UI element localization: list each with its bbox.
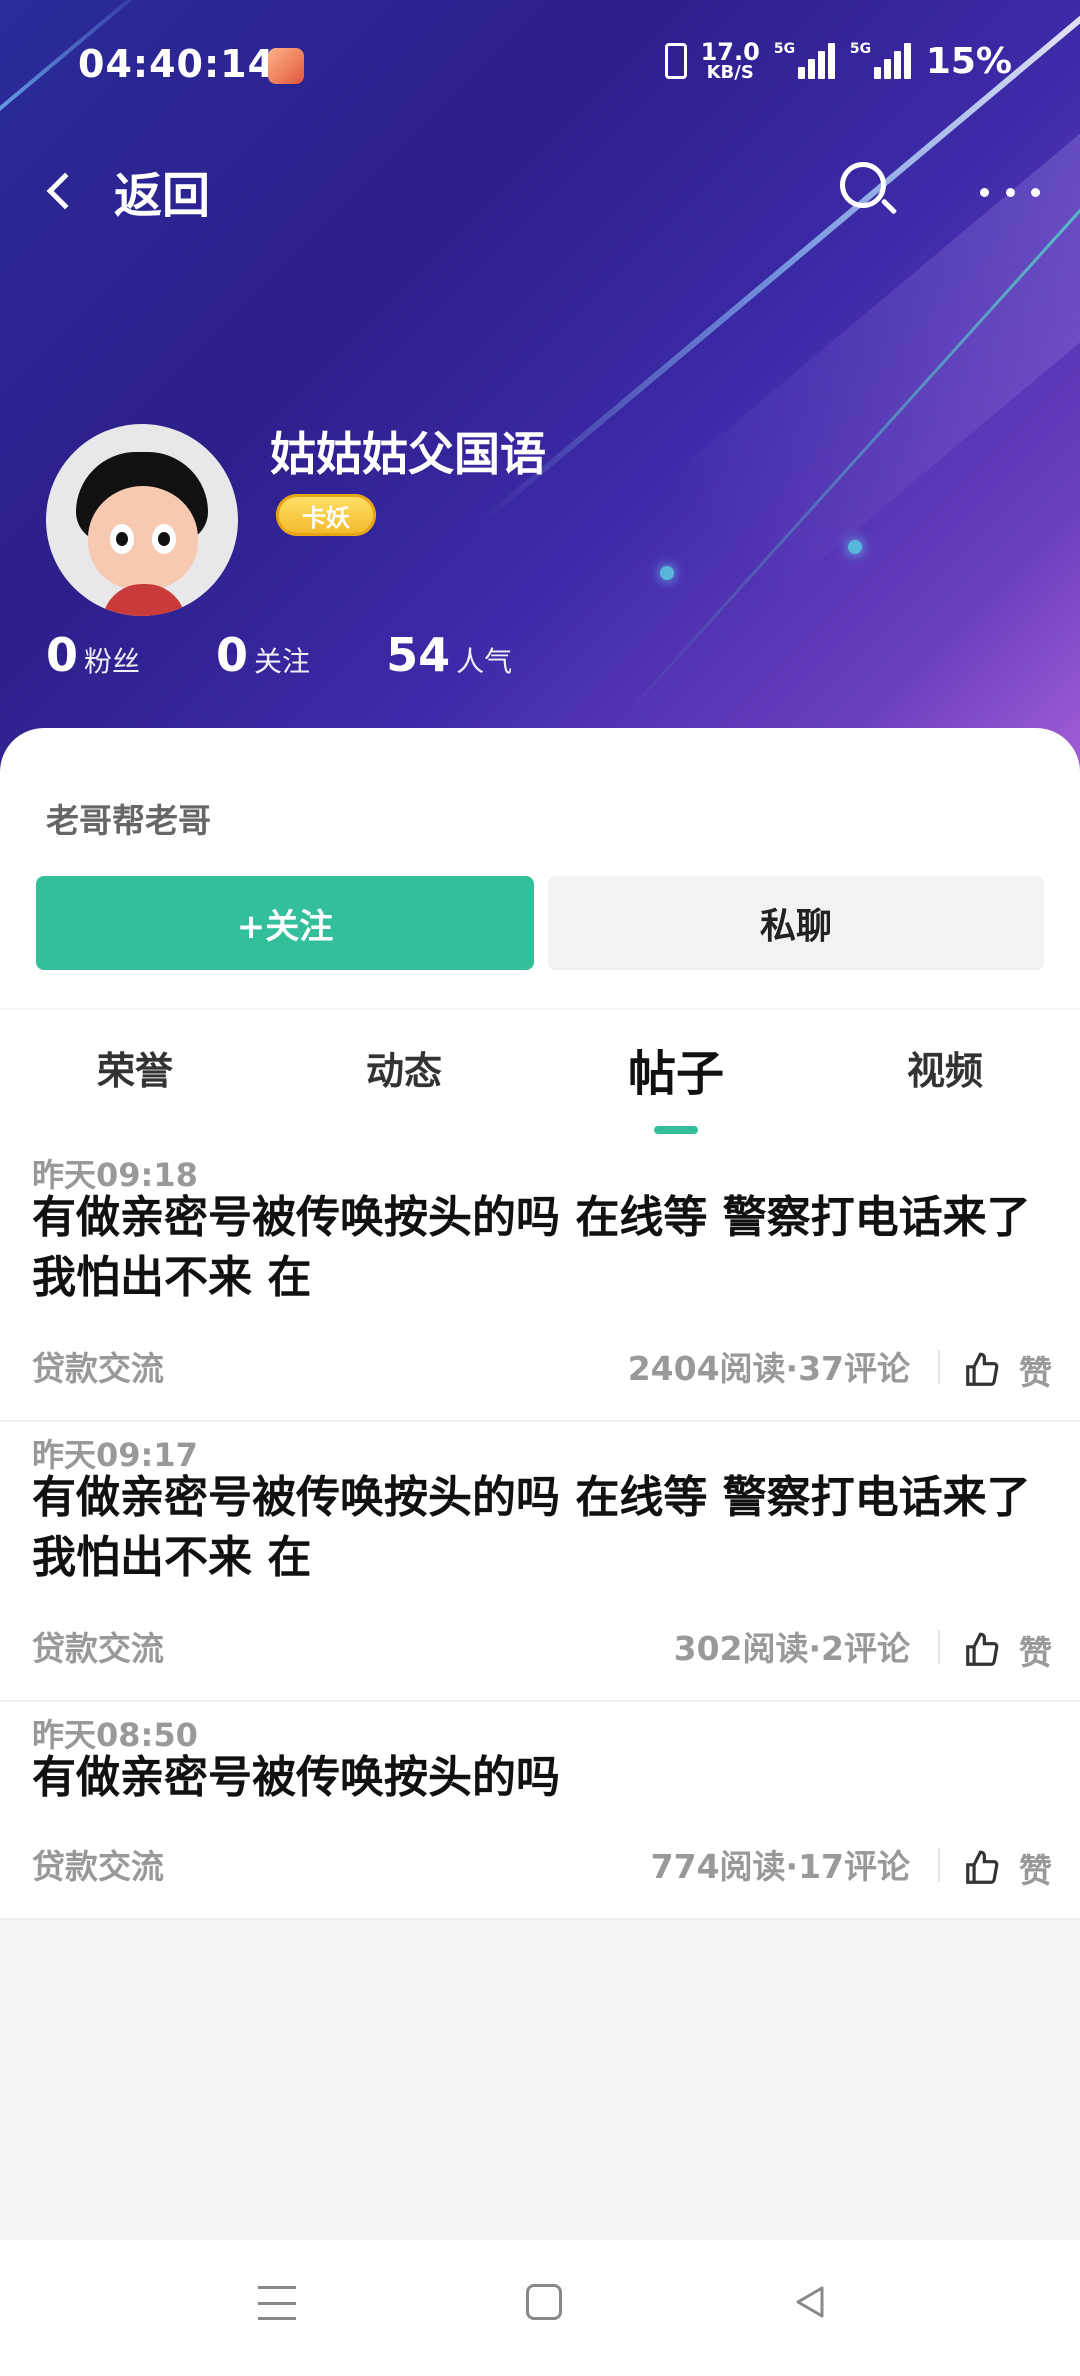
thumbs-up-icon xyxy=(966,1632,999,1666)
stat-label: 粉丝 xyxy=(84,645,141,678)
recent-apps-button[interactable] xyxy=(258,2286,296,2320)
tab-posts[interactable]: 帖子 xyxy=(576,1034,776,1104)
decor-node xyxy=(848,540,862,554)
decor-node xyxy=(660,566,674,580)
network-speed-value: 17.0 xyxy=(700,38,760,66)
list-item[interactable]: 昨天09:17 有做亲密号被传唤按头的吗 在线等 警察打电话来了 我怕出不来 在… xyxy=(0,1422,1080,1702)
status-time: 04:40:14 xyxy=(78,42,276,86)
like-label: 赞 xyxy=(1019,1633,1052,1672)
post-category[interactable]: 贷款交流 xyxy=(32,1342,164,1390)
tab-honors[interactable]: 荣誉 xyxy=(35,1040,235,1095)
content-tabs: 荣誉 动态 帖子 视频 xyxy=(0,1010,1080,1142)
network-speed-unit: KB/S xyxy=(706,62,754,83)
signal-type: 5G xyxy=(849,41,872,57)
profile-header: 04:40:14 17.0 KB/S 5G 5G 15% 返回 姑姑姑父国语 卡… xyxy=(0,0,1080,780)
profile-stats: 0 粉丝 0 关注 54 人气 xyxy=(46,628,588,682)
list-item[interactable]: 昨天09:18 有做亲密号被传唤按头的吗 在线等 警察打电话来了 我怕出不来 在… xyxy=(0,1142,1080,1422)
signal-icon: 5G xyxy=(850,41,912,81)
level-badge: 卡妖 xyxy=(276,494,376,536)
private-chat-button[interactable]: 私聊 xyxy=(548,876,1044,970)
post-stats: 2404阅读·37评论 xyxy=(627,1349,910,1388)
stat-label: 关注 xyxy=(254,645,311,678)
network-speed: 17.0 KB/S xyxy=(701,40,760,82)
post-category[interactable]: 贷款交流 xyxy=(32,1622,164,1670)
tab-activity[interactable]: 动态 xyxy=(304,1040,504,1095)
back-button[interactable]: 返回 xyxy=(36,156,236,226)
post-title[interactable]: 有做亲密号被传唤按头的吗 xyxy=(32,1748,1052,1808)
profile-bio: 老哥帮老哥 xyxy=(46,801,211,840)
back-label: 返回 xyxy=(114,168,211,224)
stat-label: 人气 xyxy=(456,645,513,678)
post-title[interactable]: 有做亲密号被传唤按头的吗 在线等 警察打电话来了 我怕出不来 在 xyxy=(32,1468,1052,1588)
stat-value: 0 xyxy=(216,628,249,682)
thumbs-up-icon xyxy=(966,1352,999,1386)
status-indicators: 17.0 KB/S 5G 5G 15% xyxy=(664,40,1012,82)
profile-card: 老哥帮老哥 +关注 私聊 xyxy=(0,728,1080,1008)
tab-videos[interactable]: 视频 xyxy=(845,1040,1045,1095)
like-label: 赞 xyxy=(1019,1851,1052,1890)
stat-following[interactable]: 0 关注 xyxy=(216,628,310,682)
notification-app-icon xyxy=(268,48,304,84)
battery-percent: 15% xyxy=(925,40,1012,82)
search-icon xyxy=(840,162,886,208)
more-dot-icon xyxy=(1031,187,1040,197)
stat-fans[interactable]: 0 粉丝 xyxy=(46,628,140,682)
active-tab-indicator xyxy=(654,1126,698,1134)
post-stats: 302阅读·2评论 xyxy=(673,1629,910,1668)
like-button[interactable]: 赞 xyxy=(963,1346,1052,1394)
signal-type: 5G xyxy=(773,41,796,57)
post-category[interactable]: 贷款交流 xyxy=(32,1840,164,1888)
list-item[interactable]: 昨天08:50 有做亲密号被传唤按头的吗 贷款交流 774阅读·17评论 赞 xyxy=(0,1702,1080,1920)
post-list: 昨天09:18 有做亲密号被传唤按头的吗 在线等 警察打电话来了 我怕出不来 在… xyxy=(0,1142,1080,1920)
like-label: 赞 xyxy=(1019,1353,1052,1392)
system-nav-bar xyxy=(0,2240,1080,2376)
follow-button[interactable]: +关注 xyxy=(36,876,534,970)
more-options-button[interactable] xyxy=(980,170,1040,214)
post-stats: 774阅读·17评论 xyxy=(650,1847,910,1886)
stat-value: 54 xyxy=(386,628,451,682)
post-title[interactable]: 有做亲密号被传唤按头的吗 在线等 警察打电话来了 我怕出不来 在 xyxy=(32,1188,1052,1308)
avatar[interactable] xyxy=(46,424,238,616)
back-triangle-icon[interactable] xyxy=(790,2282,830,2322)
vibrate-icon xyxy=(664,43,687,79)
stat-value: 0 xyxy=(46,628,79,682)
divider xyxy=(938,1350,940,1384)
divider xyxy=(938,1630,940,1664)
thumbs-up-icon xyxy=(966,1850,999,1884)
chevron-left-icon xyxy=(46,172,84,210)
search-button[interactable] xyxy=(832,156,902,226)
more-dot-icon xyxy=(980,187,989,197)
stat-popularity: 54 人气 xyxy=(386,628,512,682)
home-button[interactable] xyxy=(526,2284,562,2320)
signal-icon: 5G xyxy=(774,41,836,81)
divider xyxy=(938,1848,940,1882)
like-button[interactable]: 赞 xyxy=(963,1844,1052,1892)
more-dot-icon xyxy=(1005,187,1015,197)
username: 姑姑姑父国语 xyxy=(270,427,546,481)
status-bar: 04:40:14 17.0 KB/S 5G 5G 15% xyxy=(0,36,1080,92)
like-button[interactable]: 赞 xyxy=(963,1626,1052,1674)
